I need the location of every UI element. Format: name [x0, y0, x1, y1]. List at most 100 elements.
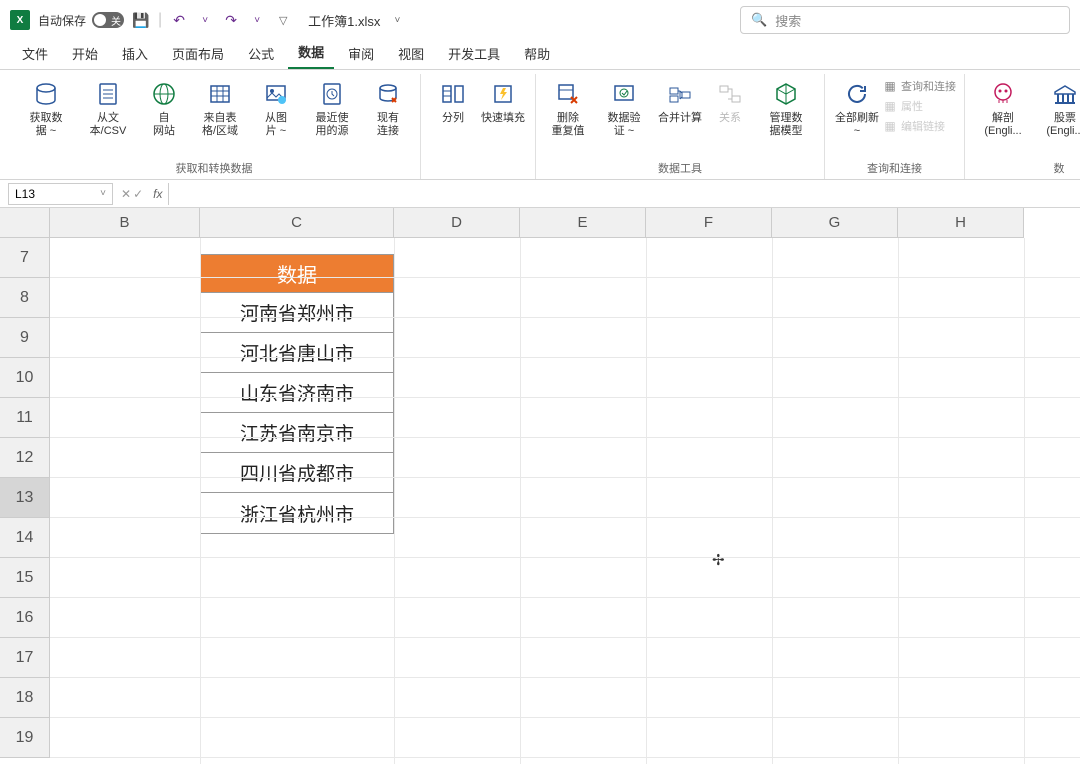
fx-icon[interactable]: fx — [147, 187, 168, 201]
ribbon-button-label: 快速填充 — [481, 112, 525, 125]
row-header[interactable]: 11 — [0, 398, 50, 438]
autosave-toggle[interactable]: 自动保存 关 — [38, 12, 124, 29]
tab-数据[interactable]: 数据 — [288, 36, 334, 69]
ribbon-group: 全部刷新 ~▦查询和连接▦属性▦编辑链接查询和连接 — [825, 74, 965, 179]
group-label: 获取和转换数据 — [176, 157, 253, 179]
split-icon — [437, 78, 469, 110]
ribbon-button-label: 股票 (Engli... — [1037, 112, 1080, 138]
row-header[interactable]: 13 — [0, 478, 50, 518]
ribbon-button[interactable]: 从图 片 ~ — [252, 74, 300, 142]
toggle-switch[interactable]: 关 — [92, 12, 124, 28]
column-header[interactable]: E — [520, 208, 646, 238]
ribbon-button[interactable]: 来自表 格/区域 — [190, 74, 250, 142]
file-name: 工作簿1.xlsx — [308, 11, 380, 30]
row-header[interactable]: 15 — [0, 558, 50, 598]
refresh-icon — [841, 78, 873, 110]
row-header[interactable]: 14 — [0, 518, 50, 558]
redo-dropdown-icon[interactable]: ˅ — [248, 11, 266, 29]
save-icon[interactable]: 💾 — [132, 11, 150, 29]
ribbon-button[interactable]: 获取数 据 ~ — [16, 74, 76, 142]
ribbon-button[interactable]: 分列 — [429, 74, 477, 129]
ribbon-small-item[interactable]: ▦查询和连接 — [883, 78, 956, 94]
tab-公式[interactable]: 公式 — [238, 38, 284, 69]
row-header[interactable]: 8 — [0, 278, 50, 318]
ribbon-button[interactable]: 数据验 证 ~ — [594, 74, 654, 142]
tab-审阅[interactable]: 审阅 — [338, 38, 384, 69]
qat-customize-icon[interactable]: ▽ — [274, 11, 292, 29]
tab-文件[interactable]: 文件 — [12, 38, 58, 69]
tab-帮助[interactable]: 帮助 — [514, 38, 560, 69]
ribbon-button-label: 自 网站 — [153, 112, 175, 138]
tab-视图[interactable]: 视图 — [388, 38, 434, 69]
ribbon-button[interactable]: 股票 (Engli... — [1035, 74, 1080, 142]
row-header[interactable]: 12 — [0, 438, 50, 478]
ribbon-button-label: 从文 本/CSV — [90, 112, 127, 138]
row-headers: 78910111213141516171819 — [0, 238, 50, 764]
formula-bar-buttons: ✕ ✓ — [117, 187, 147, 201]
ribbon-button-label: 数据验 证 ~ — [608, 112, 641, 138]
filename-dropdown-icon[interactable]: ˅ — [388, 11, 406, 29]
formula-bar[interactable] — [168, 183, 1080, 205]
column-header[interactable]: D — [394, 208, 520, 238]
ribbon-button-label: 现有 连接 — [377, 112, 399, 138]
column-header[interactable]: C — [200, 208, 394, 238]
ribbon-button[interactable]: 合并计算 — [656, 74, 704, 129]
ribbon-button[interactable]: 管理数 据模型 — [756, 74, 816, 142]
ribbon-button-label: 管理数 据模型 — [770, 112, 803, 138]
ribbon-button[interactable]: 最近使 用的源 — [302, 74, 362, 142]
bank-icon — [1049, 78, 1080, 110]
ribbon-button-label: 全部刷新 ~ — [835, 112, 879, 138]
enter-icon[interactable]: ✓ — [133, 187, 143, 201]
row-header[interactable]: 16 — [0, 598, 50, 638]
ribbon: 获取数 据 ~ 从文 本/CSV 自 网站 来自表 格/区域从图 片 ~最近使 用的源… — [0, 70, 1080, 180]
ribbon-button-label: 来自表 格/区域 — [202, 112, 238, 138]
tab-页面布局[interactable]: 页面布局 — [162, 38, 234, 69]
ribbon-button[interactable]: 解剖 (Engli... — [973, 74, 1033, 142]
ribbon-group: 删除 重复值数据验 证 ~ 合并计算关系管理数 据模型数据工具 — [536, 74, 825, 179]
row-header[interactable]: 17 — [0, 638, 50, 678]
ribbon-button[interactable]: 快速填充 — [479, 74, 527, 129]
search-box[interactable]: 🔍 搜索 — [740, 6, 1070, 34]
undo-icon[interactable]: ↶ — [170, 11, 188, 29]
formula-bar-row: L13 ˅ ✕ ✓ fx — [0, 180, 1080, 208]
ribbon-button[interactable]: 全部刷新 ~ — [833, 74, 881, 142]
select-all-corner[interactable] — [0, 208, 50, 238]
excel-app-icon: X — [10, 10, 30, 30]
column-header[interactable]: H — [898, 208, 1024, 238]
conn-icon — [372, 78, 404, 110]
cancel-icon[interactable]: ✕ — [121, 187, 131, 201]
ribbon-group: 分列快速填充 — [421, 74, 536, 179]
ribbon-button-label: 删除 重复值 — [552, 112, 585, 138]
tab-插入[interactable]: 插入 — [112, 38, 158, 69]
ribbon-small-item: ▦编辑链接 — [883, 118, 956, 134]
ribbon-button[interactable]: 从文 本/CSV — [78, 74, 138, 142]
row-header[interactable]: 19 — [0, 718, 50, 758]
prop-icon: ▦ — [883, 99, 897, 113]
column-header[interactable]: G — [772, 208, 898, 238]
ribbon-group: 解剖 (Engli...股票 (Engli...货币数 — [965, 74, 1080, 179]
small-item-label: 编辑链接 — [901, 118, 945, 134]
name-box[interactable]: L13 ˅ — [8, 183, 113, 205]
row-header[interactable]: 9 — [0, 318, 50, 358]
column-header[interactable]: F — [646, 208, 772, 238]
group-label: 数据工具 — [658, 157, 702, 179]
row-header[interactable]: 7 — [0, 238, 50, 278]
undo-dropdown-icon[interactable]: ˅ — [196, 11, 214, 29]
tab-开发工具[interactable]: 开发工具 — [438, 38, 510, 69]
ribbon-button[interactable]: 自 网站 — [140, 74, 188, 142]
cells-area[interactable]: 数据 河南省郑州市河北省唐山市山东省济南市江苏省南京市四川省成都市浙江省杭州市 … — [50, 238, 1080, 764]
row-header[interactable]: 10 — [0, 358, 50, 398]
name-box-dropdown-icon[interactable]: ˅ — [100, 188, 106, 199]
ribbon-button-label: 获取数 据 ~ — [30, 112, 63, 138]
row-header[interactable]: 18 — [0, 678, 50, 718]
ribbon-group: 获取数 据 ~ 从文 本/CSV 自 网站 来自表 格/区域从图 片 ~最近使 用的源… — [8, 74, 421, 179]
redo-icon[interactable]: ↷ — [222, 11, 240, 29]
ribbon-button[interactable]: 删除 重复值 — [544, 74, 592, 142]
tab-开始[interactable]: 开始 — [62, 38, 108, 69]
valid-icon — [608, 78, 640, 110]
web-icon — [148, 78, 180, 110]
ribbon-button[interactable]: 现有 连接 — [364, 74, 412, 142]
ribbon-button: 关系 — [706, 74, 754, 129]
search-icon: 🔍 — [751, 12, 767, 28]
column-header[interactable]: B — [50, 208, 200, 238]
